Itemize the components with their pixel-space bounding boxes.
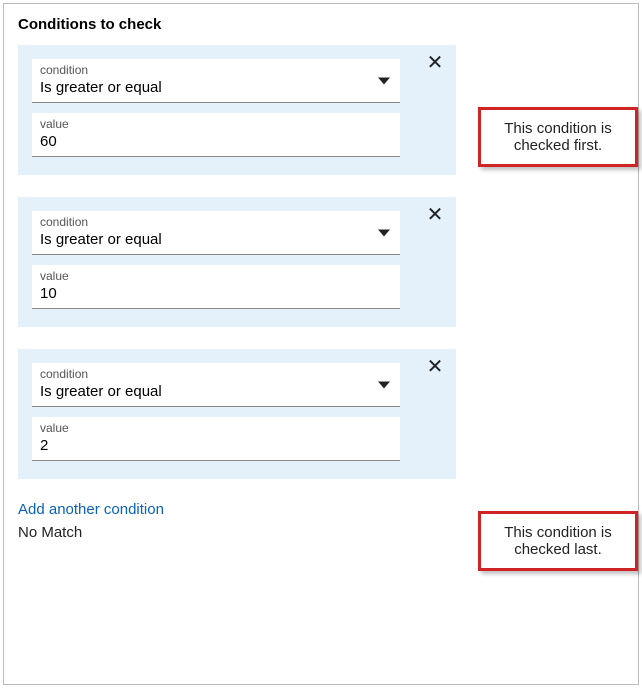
condition-select[interactable]: condition Is greater or equal — [32, 59, 400, 103]
chevron-down-icon — [378, 77, 390, 84]
close-icon[interactable]: ✕ — [424, 205, 446, 227]
field-value: 2 — [40, 435, 392, 454]
close-icon[interactable]: ✕ — [424, 53, 446, 75]
field-value: 60 — [40, 131, 392, 150]
value-input[interactable]: value 2 — [32, 417, 400, 461]
field-value: Is greater or equal — [40, 381, 392, 400]
field-label: value — [40, 117, 392, 131]
chevron-down-icon — [378, 229, 390, 236]
field-value: Is greater or equal — [40, 229, 392, 248]
condition-card: ✕ condition Is greater or equal value 60 — [18, 45, 456, 175]
field-label: condition — [40, 63, 392, 77]
condition-card: ✕ condition Is greater or equal value 2 — [18, 349, 456, 479]
value-input[interactable]: value 60 — [32, 113, 400, 157]
field-value: Is greater or equal — [40, 77, 392, 96]
field-label: condition — [40, 367, 392, 381]
value-input[interactable]: value 10 — [32, 265, 400, 309]
chevron-down-icon — [378, 381, 390, 388]
callout-first: This condition is checked first. — [478, 107, 638, 167]
field-value: 10 — [40, 283, 392, 302]
field-label: condition — [40, 215, 392, 229]
conditions-panel: Conditions to check ✕ condition Is great… — [3, 3, 639, 685]
field-label: value — [40, 421, 392, 435]
panel-title: Conditions to check — [18, 16, 624, 33]
callout-last: This condition is checked last. — [478, 511, 638, 571]
condition-select[interactable]: condition Is greater or equal — [32, 211, 400, 255]
condition-card: ✕ condition Is greater or equal value 10 — [18, 197, 456, 327]
close-icon[interactable]: ✕ — [424, 357, 446, 379]
condition-select[interactable]: condition Is greater or equal — [32, 363, 400, 407]
field-label: value — [40, 269, 392, 283]
conditions-list: ✕ condition Is greater or equal value 60… — [18, 45, 624, 479]
